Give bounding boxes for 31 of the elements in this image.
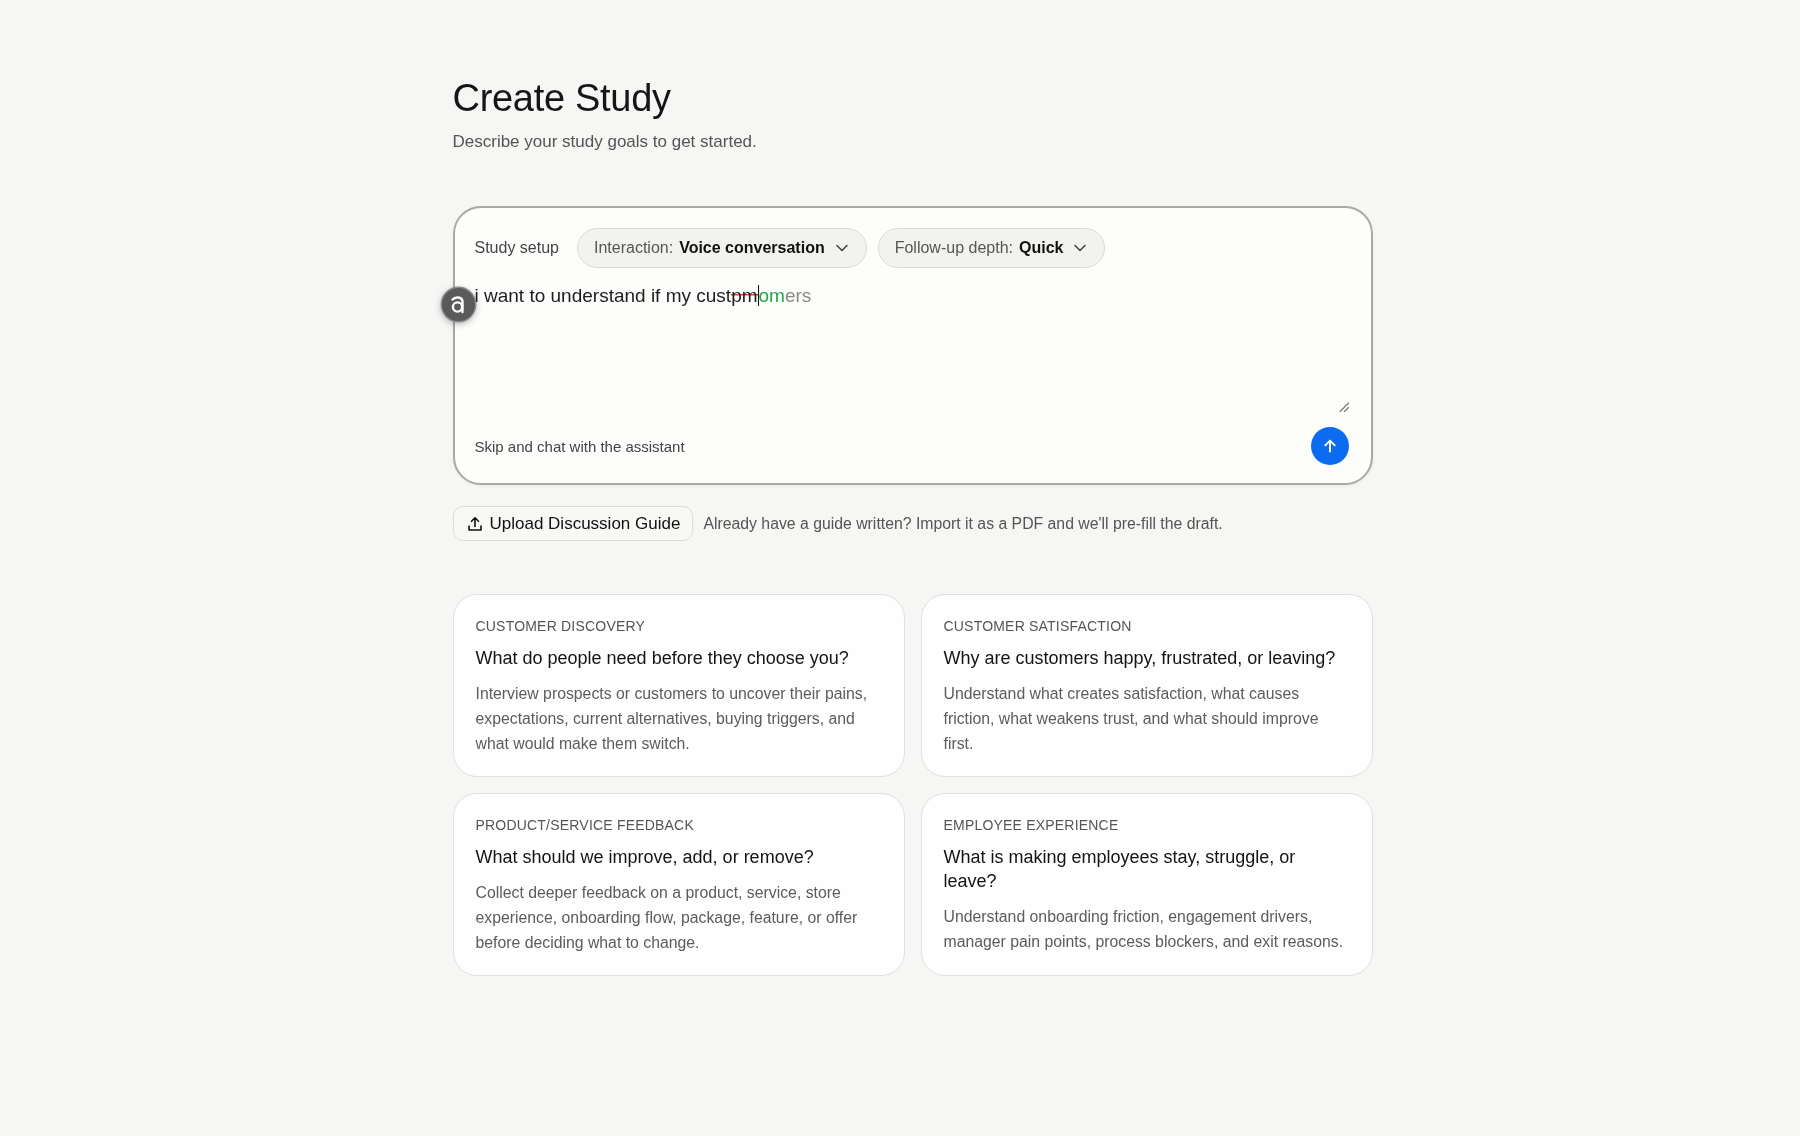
template-category: EMPLOYEE EXPERIENCE [943, 816, 1119, 834]
send-button[interactable] [1310, 427, 1349, 465]
template-description: Collect deeper feedback on a product, service, store experience, onboarding flow, package, feature, or offer before deciding what to change. [475, 883, 859, 953]
template-description: Understand onboarding friction, engagement drivers, manager pain points, process blockers, and exit reasons. [943, 907, 1345, 952]
assistant-badge-icon[interactable] [439, 286, 477, 323]
template-title: What do people need before they choose you? [475, 647, 849, 670]
upload-button[interactable]: Upload Discussion Guide [452, 506, 694, 541]
template-card[interactable] [452, 594, 905, 777]
template-card[interactable] [452, 793, 905, 976]
template-card[interactable]: CUSTOMER SATISFACTION Why are customers happy, frustrated, or leaving? Understand what creates satisfaction, what causes friction, what weakens trust, and what should improve first. [920, 594, 1373, 777]
template-card[interactable]: EMPLOYEE EXPERIENCE What is making employees stay, struggle, or leave? Understand onboarding friction, engagement drivers, manager pain points, process blockers, and exit reasons. [920, 793, 1373, 976]
template-category: CUSTOMER DISCOVERY [475, 617, 646, 635]
dropdown-button[interactable]: Interaction: Voice conversation [577, 228, 867, 268]
page-subtitle: Describe your study goals to get started. [452, 131, 757, 153]
dropdown-button[interactable]: Follow-up depth: Quick [877, 228, 1106, 268]
template-title: What should we improve, add, or remove? [475, 846, 814, 869]
chevron-down-icon [835, 244, 848, 252]
arrow-up-icon [1321, 438, 1338, 454]
upload-icon [466, 515, 483, 532]
template-title: What is making employees stay, struggle, or leave? [943, 846, 1297, 893]
upload-hint: Already have a guide written? Import it as a PDF and we'll pre-fill the draft. [703, 514, 1223, 533]
page-title: Create Study [452, 76, 671, 120]
template-title: Why are customers happy, frustrated, or leaving? [943, 647, 1336, 670]
setup-label: Study setup [474, 239, 559, 257]
skip-link[interactable]: Skip and chat with the assistant [474, 437, 685, 455]
resize-handle-icon[interactable] [1338, 402, 1349, 412]
template-description: Interview prospects or customers to uncover their pains, expectations, current alternatives, buying triggers, and what would make them switch. [475, 684, 869, 754]
template-category: PRODUCT/SERVICE FEEDBACK [475, 816, 694, 834]
template-category: CUSTOMER SATISFACTION [943, 617, 1132, 635]
chevron-down-icon [1074, 244, 1087, 252]
template-description: Understand what creates satisfaction, what causes friction, what weakens trust, and what should improve first. [943, 684, 1320, 754]
